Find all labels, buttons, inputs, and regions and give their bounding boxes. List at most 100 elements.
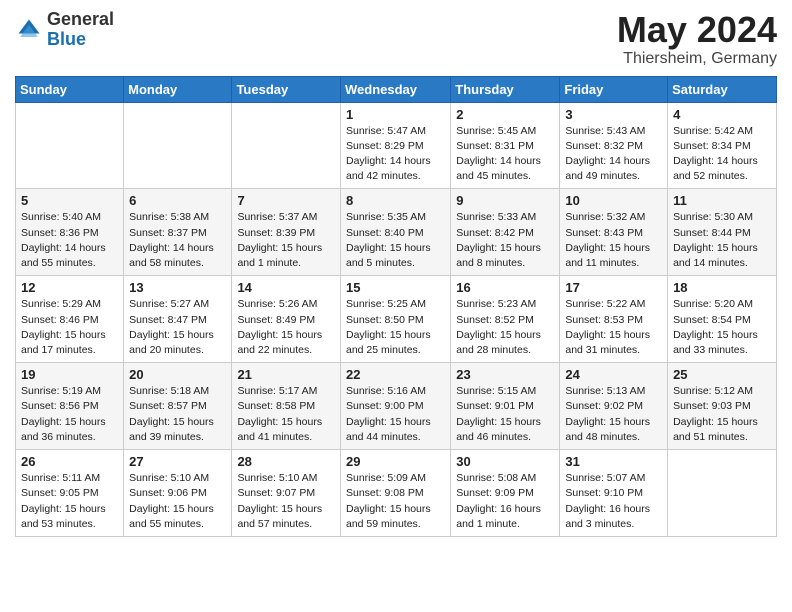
calendar-cell: 23 Sunrise: 5:15 AM Sunset: 9:01 PM Dayli…: [451, 363, 560, 450]
day-number: 8: [346, 193, 446, 208]
day-info: Sunrise: 5:26 AM Sunset: 8:49 PM Dayligh…: [237, 297, 336, 358]
calendar-cell: 9 Sunrise: 5:33 AM Sunset: 8:42 PM Daylig…: [451, 189, 560, 276]
calendar-cell: [232, 102, 341, 189]
calendar-cell: 1Sunrise: 5:47 AM Sunset: 8:29 PM Daylig…: [341, 102, 451, 189]
day-number: 24: [565, 367, 663, 382]
day-number: 31: [565, 454, 663, 469]
day-number: 19: [21, 367, 119, 382]
day-number: 25: [673, 367, 772, 382]
calendar-cell: 7 Sunrise: 5:37 AM Sunset: 8:39 PM Daylig…: [232, 189, 341, 276]
logo-blue-text: Blue: [47, 30, 114, 50]
day-header-tuesday: Tuesday: [232, 76, 341, 102]
calendar-week-3: 12Sunrise: 5:29 AM Sunset: 8:46 PM Dayli…: [16, 276, 777, 363]
calendar-cell: 30 Sunrise: 5:08 AM Sunset: 9:09 PM Dayli…: [451, 450, 560, 537]
day-number: 13: [129, 280, 227, 295]
day-info: Sunrise: 5:15 AM Sunset: 9:01 PM Dayligh…: [456, 384, 555, 445]
day-info: Sunrise: 5:33 AM Sunset: 8:42 PM Dayligh…: [456, 210, 555, 271]
calendar-cell: 14 Sunrise: 5:26 AM Sunset: 8:49 PM Dayli…: [232, 276, 341, 363]
calendar-cell: 17Sunrise: 5:22 AM Sunset: 8:53 PM Dayli…: [560, 276, 668, 363]
day-info: Sunrise: 5:09 AM Sunset: 9:08 PM Dayligh…: [346, 471, 446, 532]
calendar-week-4: 19 Sunrise: 5:19 AM Sunset: 8:56 PM Dayli…: [16, 363, 777, 450]
calendar-cell: 28 Sunrise: 5:10 AM Sunset: 9:07 PM Dayli…: [232, 450, 341, 537]
day-number: 6: [129, 193, 227, 208]
day-number: 7: [237, 193, 336, 208]
day-info: Sunrise: 5:13 AM Sunset: 9:02 PM Dayligh…: [565, 384, 663, 445]
calendar-cell: 21Sunrise: 5:17 AM Sunset: 8:58 PM Dayli…: [232, 363, 341, 450]
calendar-cell: 31 Sunrise: 5:07 AM Sunset: 9:10 PM Dayli…: [560, 450, 668, 537]
day-number: 18: [673, 280, 772, 295]
day-header-thursday: Thursday: [451, 76, 560, 102]
day-info: Sunrise: 5:42 AM Sunset: 8:34 PM Dayligh…: [673, 124, 772, 185]
day-info: Sunrise: 5:20 AM Sunset: 8:54 PM Dayligh…: [673, 297, 772, 358]
day-number: 10: [565, 193, 663, 208]
calendar-cell: 24 Sunrise: 5:13 AM Sunset: 9:02 PM Dayli…: [560, 363, 668, 450]
day-info: Sunrise: 5:38 AM Sunset: 8:37 PM Dayligh…: [129, 210, 227, 271]
day-number: 5: [21, 193, 119, 208]
day-info: Sunrise: 5:25 AM Sunset: 8:50 PM Dayligh…: [346, 297, 446, 358]
day-number: 17: [565, 280, 663, 295]
calendar-cell: 29 Sunrise: 5:09 AM Sunset: 9:08 PM Dayli…: [341, 450, 451, 537]
day-info: Sunrise: 5:32 AM Sunset: 8:43 PM Dayligh…: [565, 210, 663, 271]
day-number: 26: [21, 454, 119, 469]
day-info: Sunrise: 5:30 AM Sunset: 8:44 PM Dayligh…: [673, 210, 772, 271]
day-header-saturday: Saturday: [668, 76, 777, 102]
day-info: Sunrise: 5:23 AM Sunset: 8:52 PM Dayligh…: [456, 297, 555, 358]
day-number: 11: [673, 193, 772, 208]
logo-icon: [15, 16, 43, 44]
day-number: 1: [346, 107, 446, 122]
day-number: 12: [21, 280, 119, 295]
calendar-cell: 13Sunrise: 5:27 AM Sunset: 8:47 PM Dayli…: [124, 276, 232, 363]
day-info: Sunrise: 5:40 AM Sunset: 8:36 PM Dayligh…: [21, 210, 119, 271]
calendar-cell: 12Sunrise: 5:29 AM Sunset: 8:46 PM Dayli…: [16, 276, 124, 363]
day-header-friday: Friday: [560, 76, 668, 102]
day-info: Sunrise: 5:10 AM Sunset: 9:06 PM Dayligh…: [129, 471, 227, 532]
day-info: Sunrise: 5:37 AM Sunset: 8:39 PM Dayligh…: [237, 210, 336, 271]
day-info: Sunrise: 5:12 AM Sunset: 9:03 PM Dayligh…: [673, 384, 772, 445]
calendar-cell: 22Sunrise: 5:16 AM Sunset: 9:00 PM Dayli…: [341, 363, 451, 450]
calendar-header-row: SundayMondayTuesdayWednesdayThursdayFrid…: [16, 76, 777, 102]
logo: General Blue: [15, 10, 114, 50]
day-header-wednesday: Wednesday: [341, 76, 451, 102]
calendar-cell: 25 Sunrise: 5:12 AM Sunset: 9:03 PM Dayli…: [668, 363, 777, 450]
day-number: 29: [346, 454, 446, 469]
day-info: Sunrise: 5:08 AM Sunset: 9:09 PM Dayligh…: [456, 471, 555, 532]
calendar-cell: [16, 102, 124, 189]
day-number: 23: [456, 367, 555, 382]
day-info: Sunrise: 5:43 AM Sunset: 8:32 PM Dayligh…: [565, 124, 663, 185]
day-number: 16: [456, 280, 555, 295]
page-header: General Blue May 2024 Thiersheim, German…: [15, 10, 777, 68]
day-number: 30: [456, 454, 555, 469]
calendar-cell: 27Sunrise: 5:10 AM Sunset: 9:06 PM Dayli…: [124, 450, 232, 537]
day-number: 15: [346, 280, 446, 295]
calendar-cell: 11 Sunrise: 5:30 AM Sunset: 8:44 PM Dayli…: [668, 189, 777, 276]
day-info: Sunrise: 5:17 AM Sunset: 8:58 PM Dayligh…: [237, 384, 336, 445]
day-number: 3: [565, 107, 663, 122]
calendar-cell: 2Sunrise: 5:45 AM Sunset: 8:31 PM Daylig…: [451, 102, 560, 189]
calendar-cell: [124, 102, 232, 189]
calendar-title: May 2024: [617, 10, 777, 50]
calendar-cell: 5 Sunrise: 5:40 AM Sunset: 8:36 PM Daylig…: [16, 189, 124, 276]
day-number: 4: [673, 107, 772, 122]
day-header-monday: Monday: [124, 76, 232, 102]
day-info: Sunrise: 5:11 AM Sunset: 9:05 PM Dayligh…: [21, 471, 119, 532]
calendar-week-5: 26 Sunrise: 5:11 AM Sunset: 9:05 PM Dayli…: [16, 450, 777, 537]
calendar-cell: 20 Sunrise: 5:18 AM Sunset: 8:57 PM Dayli…: [124, 363, 232, 450]
day-info: Sunrise: 5:07 AM Sunset: 9:10 PM Dayligh…: [565, 471, 663, 532]
day-info: Sunrise: 5:18 AM Sunset: 8:57 PM Dayligh…: [129, 384, 227, 445]
calendar-cell: 4 Sunrise: 5:42 AM Sunset: 8:34 PM Daylig…: [668, 102, 777, 189]
day-header-sunday: Sunday: [16, 76, 124, 102]
day-number: 14: [237, 280, 336, 295]
day-number: 20: [129, 367, 227, 382]
calendar-cell: 18 Sunrise: 5:20 AM Sunset: 8:54 PM Dayli…: [668, 276, 777, 363]
day-number: 9: [456, 193, 555, 208]
calendar-location: Thiersheim, Germany: [617, 50, 777, 68]
day-info: Sunrise: 5:19 AM Sunset: 8:56 PM Dayligh…: [21, 384, 119, 445]
day-number: 28: [237, 454, 336, 469]
day-info: Sunrise: 5:10 AM Sunset: 9:07 PM Dayligh…: [237, 471, 336, 532]
logo-general-text: General: [47, 10, 114, 30]
calendar-week-2: 5 Sunrise: 5:40 AM Sunset: 8:36 PM Daylig…: [16, 189, 777, 276]
calendar-cell: 8Sunrise: 5:35 AM Sunset: 8:40 PM Daylig…: [341, 189, 451, 276]
calendar-week-1: 1Sunrise: 5:47 AM Sunset: 8:29 PM Daylig…: [16, 102, 777, 189]
day-number: 22: [346, 367, 446, 382]
calendar-table: SundayMondayTuesdayWednesdayThursdayFrid…: [15, 76, 777, 537]
